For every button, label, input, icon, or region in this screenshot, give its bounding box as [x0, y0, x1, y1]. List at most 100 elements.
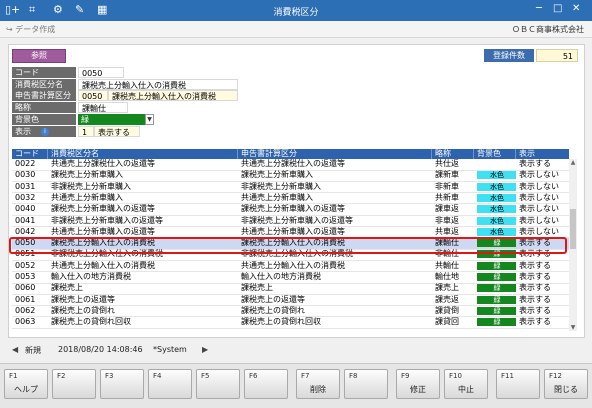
- bg-color-select[interactable]: 緑: [78, 114, 154, 125]
- cell-name: 共通売上分課税仕入の返還等: [51, 159, 155, 168]
- fkey-f3-button[interactable]: F3: [100, 369, 144, 399]
- cell-color: 緑: [474, 306, 516, 316]
- cell-report: 課税売上の返還等: [241, 294, 305, 304]
- cell-color: 緑: [474, 283, 516, 293]
- cell-code: 0042: [15, 226, 36, 236]
- color-chip: 緑: [477, 273, 516, 281]
- fkey-f12-button[interactable]: F12 閉じる: [544, 369, 588, 399]
- status-mode: 新規: [25, 346, 41, 355]
- status-bar: ◀ 新規 2018/08/20 14:08:46 *System ▶: [8, 343, 583, 357]
- abbr-field[interactable]: 課輸仕: [78, 102, 128, 113]
- table-row[interactable]: 0030 課税売上分新車購入 課税売上分新車購入 課新車 水色 表示しない: [12, 170, 569, 182]
- cell-name: 非課税売上分新車購入: [51, 181, 131, 191]
- color-chip: 水色: [477, 227, 516, 236]
- cell-report: 課税売上の貸倒れ回収: [241, 317, 321, 327]
- fkey-label: 修正: [410, 385, 426, 394]
- cell-color: 水色: [474, 204, 516, 214]
- fkey-f5-button[interactable]: F5: [196, 369, 240, 399]
- table-row[interactable]: 0061 課税売上の返還等 課税売上の返還等 課売返 緑表示する: [12, 295, 569, 307]
- scroll-up-icon[interactable]: ▲: [569, 159, 577, 166]
- fkey-f10-button[interactable]: F10 中止: [444, 369, 488, 399]
- cell-abbr: 課売上: [435, 283, 459, 293]
- table-row[interactable]: 0032 共通売上分新車購入 共通売上分新車購入 共新車 水色 表示しない: [12, 193, 569, 205]
- col-header-name[interactable]: 消費税区分名: [48, 149, 238, 159]
- cell-code: 0052: [15, 260, 36, 270]
- table-row[interactable]: 0022 共通売上分課税仕入の返還等 共通売上分課税仕入の返還等 共仕返 表示する: [12, 159, 569, 171]
- cell-report: 課税売上分新車購入: [241, 170, 313, 180]
- next-icon[interactable]: ▶: [202, 345, 208, 354]
- cell-name: 非課税売上分新車購入の返還等: [51, 215, 163, 225]
- cell-name: 共通売上分輸入仕入の消費税: [51, 260, 155, 270]
- cell-abbr: 課貸回: [435, 317, 459, 327]
- cell-report: 輸入仕入の地方消費税: [241, 272, 321, 281]
- vertical-scrollbar[interactable]: ▲ ▼: [569, 159, 577, 331]
- code-field[interactable]: 0050: [78, 67, 124, 78]
- fkey-f11-button[interactable]: F11: [496, 369, 540, 399]
- cell-color: 水色: [474, 182, 516, 192]
- table-row[interactable]: 0031 非課税売上分新車購入 非課税売上分新車購入 非新車 水色 表示しない: [12, 182, 569, 194]
- cell-display: 表示する: [519, 283, 551, 293]
- display-value-field: 表示する: [94, 126, 140, 137]
- fkey-f8-button[interactable]: F8: [344, 369, 388, 399]
- title-bar: ▯+ ⌗ ⚙ ✎ ▦ 消費税区分 ─ □ ✕: [0, 0, 592, 21]
- col-header-color[interactable]: 背景色: [474, 149, 516, 159]
- color-chip: 水色: [477, 193, 516, 202]
- minimize-icon[interactable]: ─: [536, 3, 542, 14]
- report-calc-label: 申告書計算区分: [12, 90, 76, 101]
- color-chip: 水色: [477, 182, 516, 191]
- cell-report: 課税売上分新車購入の返還等: [241, 204, 345, 214]
- data-create-menu[interactable]: ↪ データ作成: [6, 24, 55, 35]
- cell-name: 課税売上分新車購入: [51, 170, 123, 180]
- col-header-display[interactable]: 表示: [516, 149, 569, 159]
- cell-display: 表示する: [519, 260, 551, 270]
- cell-report: 共通売上分新車購入: [241, 192, 313, 202]
- cell-name: 課税売上の貸倒れ: [51, 305, 115, 315]
- fkey-f2-button[interactable]: F2: [52, 369, 96, 399]
- fkey-f7-button[interactable]: F7 削除: [296, 369, 340, 399]
- fkey-f1-button[interactable]: F1 ヘルプ: [4, 369, 48, 399]
- code-label: コード: [12, 67, 76, 78]
- chevron-down-icon[interactable]: ▼: [145, 114, 154, 125]
- close-icon[interactable]: ✕: [572, 3, 580, 14]
- fkey-number: F1: [9, 372, 18, 380]
- display-label: 表示 i: [12, 126, 76, 137]
- color-chip: 水色: [477, 205, 516, 214]
- fkey-label: ヘルプ: [14, 385, 38, 394]
- fkey-number: F5: [201, 372, 210, 380]
- info-icon[interactable]: i: [41, 127, 49, 136]
- scroll-down-icon[interactable]: ▼: [569, 324, 577, 331]
- table-row[interactable]: 0041 非課税売上分新車購入の返還等 非課税売上分新車購入の返還等 非車返 水色 表示し…: [12, 215, 569, 227]
- report-calc-code-field[interactable]: 0050: [78, 90, 108, 101]
- prev-icon[interactable]: ◀: [12, 345, 18, 354]
- table-row[interactable]: 0053 輸入仕入の地方消費税 輸入仕入の地方消費税 輸仕地 緑表示する: [12, 272, 569, 284]
- color-chip: 緑: [477, 295, 516, 304]
- cell-display: 表示しない: [519, 204, 559, 214]
- maximize-icon[interactable]: □: [553, 3, 562, 14]
- col-header-abbr[interactable]: 略称: [432, 149, 474, 159]
- cell-name: 課税売上の貸倒れ回収: [51, 317, 131, 327]
- fkey-label: 削除: [310, 385, 326, 394]
- table-row[interactable]: 0063 課税売上の貸倒れ回収 課税売上の貸倒れ回収 課貸回 緑表示する: [12, 317, 569, 329]
- display-code-field[interactable]: 1: [78, 126, 94, 137]
- fkey-f9-button[interactable]: F9 修正: [396, 369, 440, 399]
- table-row[interactable]: 0062 課税売上の貸倒れ 課税売上の貸倒れ 課貸倒 緑表示する: [12, 306, 569, 318]
- cell-color: 水色: [474, 193, 516, 203]
- table-row[interactable]: 0052 共通売上分輸入仕入の消費税 共通売上分輸入仕入の消費税 共輸仕 緑表示する: [12, 261, 569, 273]
- reference-button[interactable]: 参照: [12, 49, 66, 63]
- report-calc-name-field: 課税売上分輸入仕入の消費税: [108, 90, 238, 101]
- color-chip: 緑: [477, 306, 516, 315]
- fkey-f6-button[interactable]: F6: [244, 369, 288, 399]
- scroll-thumb[interactable]: [570, 209, 576, 249]
- fkey-label: 閉じる: [554, 385, 578, 394]
- col-header-report[interactable]: 申告書計算区分: [238, 149, 432, 159]
- abbr-label: 略称: [12, 102, 76, 113]
- cell-abbr: 課新車: [435, 170, 459, 180]
- table-row[interactable]: 0040 課税売上分新車購入の返還等 課税売上分新車購入の返還等 課車返 水色 表示しない: [12, 204, 569, 216]
- cell-report: 非課税売上分新車購入: [241, 181, 321, 191]
- table-row[interactable]: 0060 課税売上 課税売上 課売上 緑表示する: [12, 283, 569, 295]
- col-header-code[interactable]: コード: [12, 149, 48, 159]
- fkey-f4-button[interactable]: F4: [148, 369, 192, 399]
- cell-name: 課税売上の返還等: [51, 294, 115, 304]
- tax-name-field[interactable]: 課税売上分輸入仕入の消費税: [78, 79, 238, 90]
- cell-abbr: 共仕返: [435, 159, 459, 168]
